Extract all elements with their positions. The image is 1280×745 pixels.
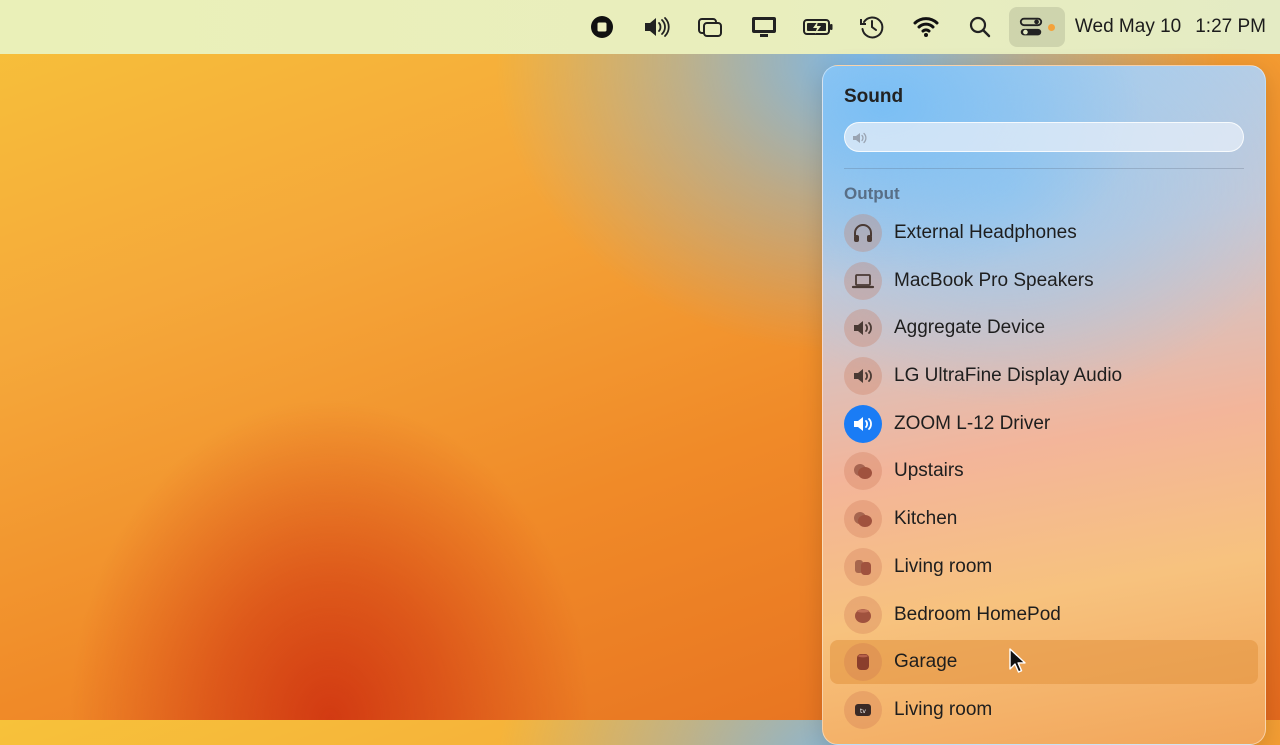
speaker-selected-icon <box>844 404 882 443</box>
device-label: LG UltraFine Display Audio <box>894 365 1123 387</box>
divider <box>844 168 1244 169</box>
output-section-label: Output <box>844 184 900 203</box>
window-overlap-icon[interactable] <box>691 8 729 46</box>
mouse-cursor-icon <box>1009 648 1026 673</box>
device-label: Living room <box>894 555 993 577</box>
device-row-bedroom-homepod[interactable]: Bedroom HomePod <box>830 593 1258 637</box>
menu-clock[interactable]: Wed May 10 1:27 PM <box>1075 16 1266 38</box>
device-row-lg-ultrafine[interactable]: LG UltraFine Display Audio <box>830 354 1258 398</box>
device-label: Bedroom HomePod <box>894 603 1061 625</box>
homepod-group-icon <box>844 452 882 491</box>
speaker-icon <box>844 309 882 348</box>
device-label: Living room <box>894 698 993 720</box>
device-row-macbook-pro-speakers[interactable]: MacBook Pro Speakers <box>830 259 1258 303</box>
panel-title: Sound <box>844 86 904 107</box>
speaker-icon <box>844 357 882 396</box>
volume-icon[interactable] <box>637 8 675 46</box>
device-label: ZOOM L-12 Driver <box>894 412 1051 434</box>
volume-slider[interactable] <box>844 122 1244 152</box>
battery-charging-icon[interactable] <box>799 8 837 46</box>
sound-panel: Sound Output External Headphones MacBook… <box>822 65 1266 745</box>
menu-time: 1:27 PM <box>1195 16 1266 37</box>
homepod-group-icon <box>844 500 882 539</box>
device-row-upstairs[interactable]: Upstairs <box>830 449 1258 493</box>
homepod-mini-icon <box>844 595 882 634</box>
recording-indicator <box>1047 24 1055 31</box>
headphones-icon <box>844 214 882 252</box>
device-label: MacBook Pro Speakers <box>894 269 1094 291</box>
menu-date: Wed May 10 <box>1074 16 1182 37</box>
device-label: Aggregate Device <box>894 317 1046 339</box>
homepod-group-icon <box>844 547 882 586</box>
device-label: Garage <box>894 651 958 673</box>
device-row-garage[interactable]: Garage <box>830 640 1258 685</box>
stop-record-icon[interactable] <box>583 8 621 46</box>
device-row-aggregate-device[interactable]: Aggregate Device <box>830 306 1258 350</box>
search-icon[interactable] <box>961 8 999 46</box>
device-label: Kitchen <box>894 508 958 530</box>
menu-bar: Wed May 10 1:27 PM <box>0 0 1280 54</box>
wifi-icon[interactable] <box>907 8 945 46</box>
homepod-icon <box>844 643 882 682</box>
time-machine-icon[interactable] <box>853 8 891 46</box>
display-icon[interactable] <box>745 8 783 46</box>
device-row-living-room[interactable]: Living room <box>830 545 1258 589</box>
svg-text:tv: tv <box>860 708 866 715</box>
device-row-external-headphones[interactable]: External Headphones <box>830 211 1258 255</box>
device-label: External Headphones <box>894 222 1077 243</box>
control-center-icon[interactable] <box>1008 7 1065 47</box>
appletv-icon: tv <box>844 690 882 729</box>
device-row-kitchen[interactable]: Kitchen <box>830 497 1258 541</box>
device-row-living-room-appletv[interactable]: tv Living room <box>830 688 1258 732</box>
volume-low-icon <box>853 132 867 144</box>
output-device-list: External Headphones MacBook Pro Speakers… <box>830 211 1258 736</box>
device-row-zoom-l12[interactable]: ZOOM L-12 Driver <box>830 402 1258 446</box>
laptop-icon <box>844 261 882 300</box>
device-label: Upstairs <box>894 460 964 482</box>
